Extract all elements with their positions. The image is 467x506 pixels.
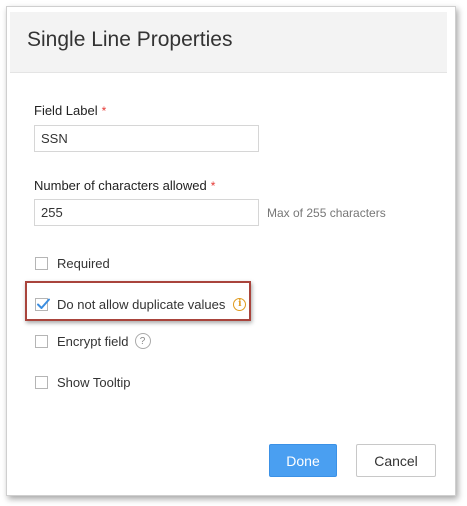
max-chars-input[interactable]: [34, 199, 259, 226]
help-icon[interactable]: ?: [134, 333, 151, 349]
no-duplicates-checkbox[interactable]: [35, 297, 50, 311]
encrypt-label: Encrypt field: [57, 333, 129, 349]
info-icon[interactable]: i: [233, 297, 247, 311]
properties-dialog: [6, 6, 456, 496]
required-asterisk: *: [210, 179, 216, 193]
tooltip-checkbox[interactable]: [35, 375, 48, 389]
max-chars-hint: Max of 255 characters: [267, 206, 386, 220]
required-asterisk: *: [101, 104, 107, 118]
no-duplicates-label: Do not allow duplicate values: [57, 296, 226, 312]
required-checkbox[interactable]: [35, 256, 48, 270]
dialog-header: Single Line Properties: [10, 12, 447, 73]
checkmark-icon: [37, 298, 50, 309]
cancel-button[interactable]: Cancel: [356, 444, 436, 477]
required-option[interactable]: Required: [35, 255, 110, 271]
field-label-text: Field Label: [34, 103, 98, 118]
encrypt-checkbox[interactable]: [35, 334, 48, 348]
required-label: Required: [57, 255, 110, 271]
done-button[interactable]: Done: [269, 444, 337, 477]
encrypt-option[interactable]: Encrypt field ?: [35, 333, 151, 349]
max-chars-text: Number of characters allowed: [34, 178, 207, 193]
field-label-input[interactable]: [34, 125, 259, 152]
dialog-title: Single Line Properties: [27, 28, 233, 51]
no-duplicates-option[interactable]: Do not allow duplicate values i: [35, 296, 247, 312]
tooltip-option[interactable]: Show Tooltip: [35, 374, 130, 390]
tooltip-label: Show Tooltip: [57, 374, 131, 390]
max-chars-label: Number of characters allowed *: [34, 178, 215, 193]
field-label-label: Field Label *: [34, 103, 106, 118]
